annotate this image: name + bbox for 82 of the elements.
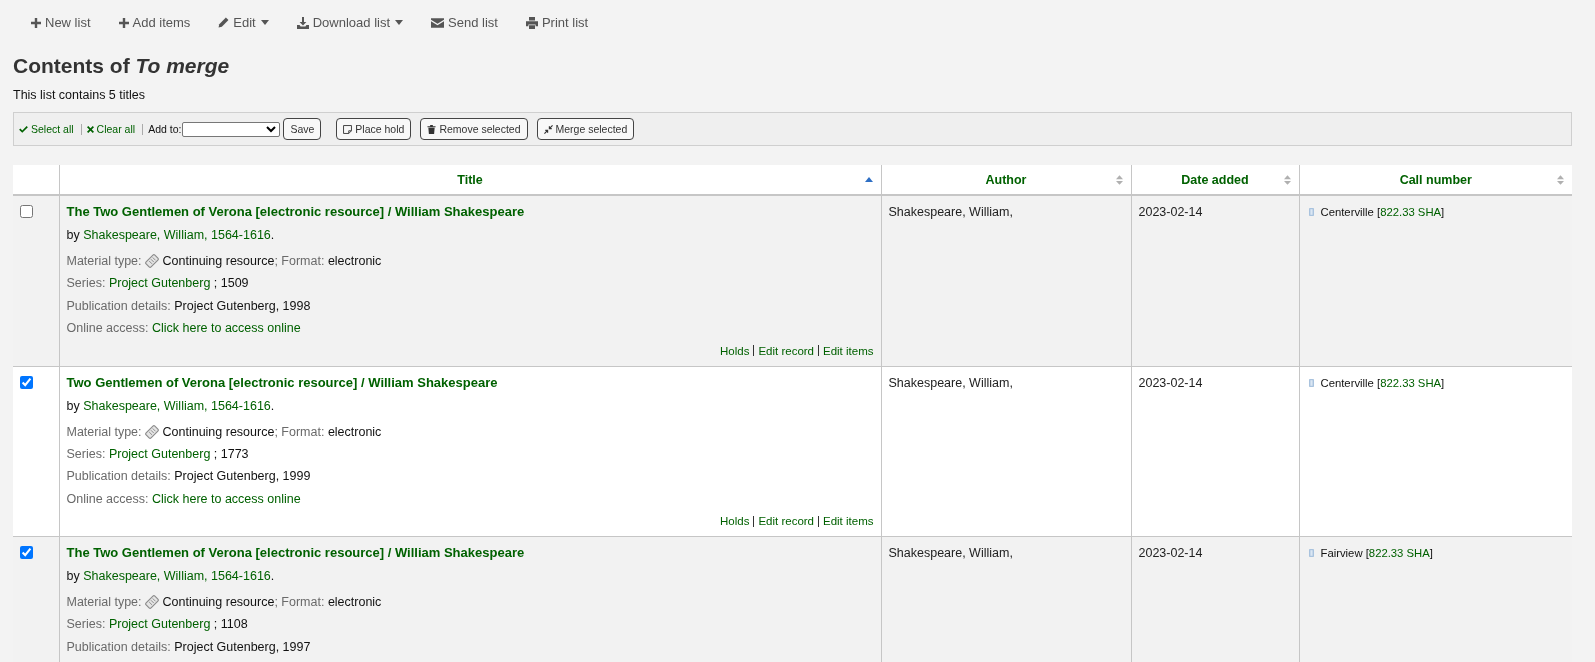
clear-all-link[interactable]: Clear all [86,123,136,135]
format-value: electronic [327,254,382,268]
holding-text: Centerville [822.33 SHA] [1320,375,1445,391]
place-hold-button[interactable]: Place hold [336,118,412,140]
author-name: Shakespeare, William, [888,546,1013,560]
publication-line: Publication details: Project Gutenberg, 1998 [66,297,311,315]
save-button[interactable]: Save [283,118,322,140]
author-byline: by Shakespeare, William, 1564-1616. [66,397,275,415]
material-type-label: Material type: [66,595,142,609]
x-icon [86,125,94,133]
series-link[interactable]: Project Gutenberg [108,276,211,290]
row-checkbox[interactable] [20,546,33,559]
format-value: electronic [327,424,382,439]
toolbar-button[interactable]: Print list [513,10,601,35]
author-link[interactable]: Shakespeare, William, 1564-1616 [83,398,271,413]
author-byline: by Shakespeare, William, 1564-1616. [66,568,275,585]
format-label: ; Format: [274,595,325,609]
check-icon [19,125,28,133]
publication-line: Publication details: Project Gutenberg, 1997 [66,638,311,656]
row-checkbox[interactable] [20,375,33,389]
pencil-icon [218,17,230,28]
author-byline: by Shakespeare, William, 1564-1616. [66,227,275,244]
holding-text: Centerville [822.33 SHA] [1320,205,1445,220]
series-line: Series: Project Gutenberg ; 1773 [66,445,249,463]
record-title-link[interactable]: The Two Gentlemen of Verona [electronic resource] / William Shakespeare [66,545,525,560]
page-heading: Contents of To merge [13,53,230,78]
toolbar-button[interactable]: Send list [419,10,510,35]
record-action-link[interactable]: Holds [720,511,750,531]
online-access-line: Online access: Click here to access online [66,490,301,508]
format-value: electronic [327,595,382,609]
author-link[interactable]: Shakespeare, William, 1564-1616 [83,228,271,242]
remove-button[interactable]: Remove selected [420,118,528,140]
format-label: ; Format: [274,424,325,439]
book-icon [1308,378,1314,387]
material-type-label: Material type: [66,424,142,439]
toolbar-button[interactable]: Download list [284,10,416,35]
list-select[interactable] [182,121,281,137]
record-action-link[interactable]: Edit record [758,511,814,531]
note-icon [343,124,353,134]
document-icon [145,595,159,609]
merge-button[interactable]: Merge selected [536,118,635,140]
online-access-link[interactable]: Click here to access online [151,321,301,335]
date-added: 2023-02-14 [1138,546,1203,560]
list-summary: This list contains 5 titles [13,87,145,103]
series-link[interactable]: Project Gutenberg [108,446,211,461]
author-name: Shakespeare, William, [888,375,1013,390]
document-icon [145,424,159,439]
online-access-link[interactable]: Click here to access online [151,491,301,506]
format-label: ; Format: [274,254,325,268]
trash-icon [427,124,437,134]
printer-icon [525,16,538,29]
download-icon [296,16,309,29]
series-link[interactable]: Project Gutenberg [108,617,211,631]
online-access-line: Online access: Click here to access online [66,320,301,337]
series-line: Series: Project Gutenberg ; 1509 [66,275,249,292]
book-icon [1308,208,1314,216]
date-added: 2023-02-14 [1138,205,1203,219]
toolbar-button[interactable]: Add items [106,10,203,35]
toolbar-button[interactable]: Edit [206,10,281,35]
document-icon [145,254,159,268]
envelope-icon [431,17,445,28]
publication-line: Publication details: Project Gutenberg, 1999 [66,468,311,485]
plus-icon [118,17,129,28]
add-to-label: Add to: [148,123,182,135]
holding-text: Fairview [822.33 SHA] [1320,546,1433,561]
select-all-link[interactable]: Select all [19,123,74,135]
record-title-link[interactable]: The Two Gentlemen of Verona [electronic resource] / William Shakespeare [66,204,525,219]
row-checkbox[interactable] [20,205,33,218]
compress-arrows-icon [543,124,553,134]
toolbar-button[interactable]: New list [19,10,103,35]
book-icon [1308,549,1314,557]
author-name: Shakespeare, William, [888,205,1013,219]
author-link[interactable]: Shakespeare, William, 1564-1616 [83,569,271,583]
material-type-label: Material type: [66,254,142,268]
record-action-link[interactable]: Edit items [823,511,874,531]
plus-icon [31,17,41,28]
series-line: Series: Project Gutenberg ; 1108 [66,616,248,633]
record-action-link[interactable]: Edit items [823,340,874,361]
record-action-link[interactable]: Edit record [758,340,814,361]
date-added: 2023-02-14 [1138,375,1203,390]
record-action-link[interactable]: Holds [720,340,750,361]
record-title-link[interactable]: Two Gentlemen of Verona [electronic resource] / William Shakespeare [66,374,498,390]
